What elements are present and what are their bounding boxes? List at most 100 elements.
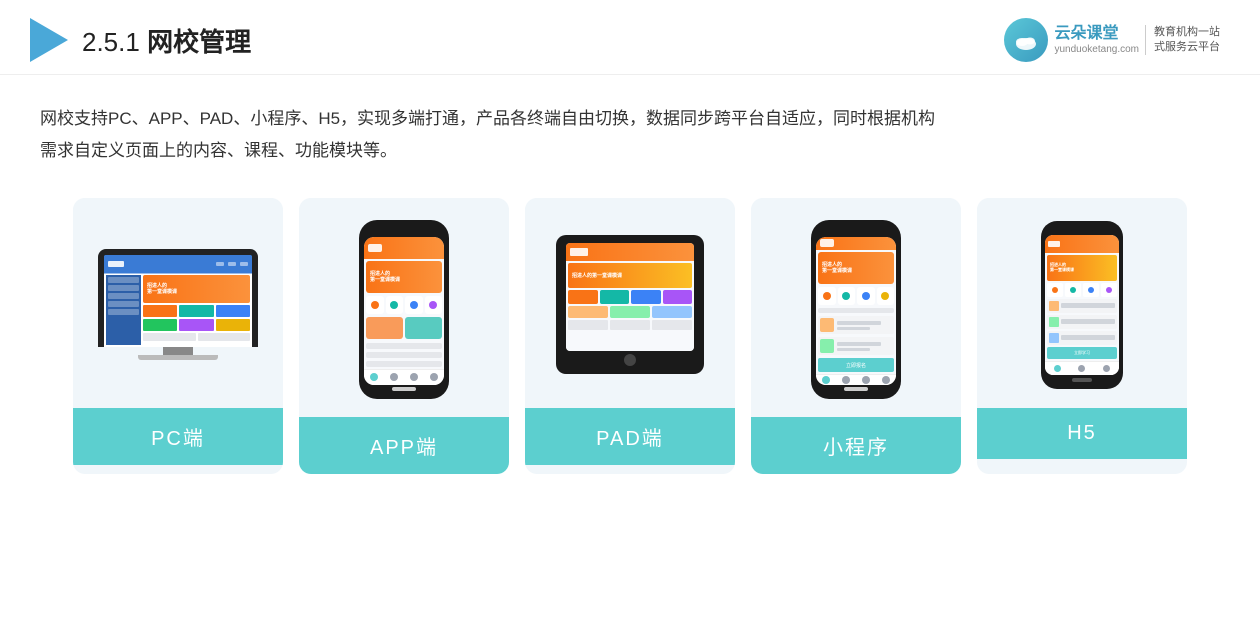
pad-bottom-1 (568, 306, 608, 318)
app-card-1 (366, 317, 403, 339)
brand-name: 云朵课堂 (1054, 24, 1118, 43)
header-right: 云朵课堂 yunduoketang.com 教育机构一站 式服务云平台 (1004, 18, 1220, 62)
h5-icon-3 (1083, 283, 1099, 297)
mini-label: 小程序 (751, 417, 961, 474)
logo-triangle-icon (30, 18, 68, 62)
platform-card-h5: 招进人的第一堂课模课 (977, 198, 1187, 474)
app-icon-2 (386, 296, 404, 314)
mini-home-bar (844, 387, 868, 391)
mini-tab-2 (842, 376, 850, 384)
h5-logo (1048, 241, 1060, 247)
h5-icons (1047, 283, 1117, 297)
pad-logo (570, 248, 588, 256)
h5-home-bar (1072, 378, 1092, 382)
pad-extra-row (568, 320, 692, 330)
h5-banner: 招进人的第一堂课模课 (1047, 255, 1117, 281)
grid-item-3 (216, 305, 250, 317)
mini-tab-4 (882, 376, 890, 384)
mini-screen-content: 招进人的第一堂课模课 (816, 237, 896, 385)
pc-screen-content: 招进人的第一堂课模课 (104, 255, 252, 347)
app-tab-bar (364, 369, 444, 385)
app-list (366, 343, 442, 367)
mini-icon-2 (838, 287, 856, 305)
brand-icon (1004, 18, 1048, 62)
h5-screen: 招进人的第一堂课模课 (1045, 235, 1119, 375)
platform-card-app: 招进人的第一堂课模课 (299, 198, 509, 474)
mini-icon-4 (877, 287, 895, 305)
h5-content: 招进人的第一堂课模课 (1045, 235, 1119, 375)
mini-logo (820, 239, 834, 247)
mini-screen: 招进人的第一堂课模课 (816, 237, 896, 385)
app-logo (368, 244, 382, 252)
mini-line-1 (818, 308, 894, 313)
pad-body: 招进人的第一堂课模课 (566, 261, 694, 351)
h5-banner-text: 招进人的第一堂课模课 (1050, 263, 1074, 273)
brand-tagline: 教育机构一站 式服务云平台 (1145, 25, 1220, 56)
mini-info (837, 321, 892, 330)
mini-banner: 招进人的第一堂课模课 (818, 252, 894, 284)
app-icon-1 (366, 296, 384, 314)
mini-top-bar (816, 237, 896, 251)
pc-nav-item3 (240, 262, 248, 266)
banner-text: 招进人的第一堂课模课 (147, 283, 177, 295)
pc-grid (143, 305, 250, 331)
mini-thumb (820, 318, 834, 332)
platform-card-miniprogram: 招进人的第一堂课模课 (751, 198, 961, 474)
mini-content: 立即报名 (818, 308, 894, 372)
tab-1 (370, 373, 378, 381)
h5-top-bar (1045, 235, 1119, 253)
mini-tab-3 (862, 376, 870, 384)
mini-image-area: 招进人的第一堂课模课 (751, 198, 961, 417)
pad-banner-text: 招进人的第一堂课模课 (572, 272, 622, 279)
grid-item-4 (143, 319, 177, 331)
tab-4 (430, 373, 438, 381)
app-notch (390, 228, 418, 234)
sidebar-item (108, 277, 139, 283)
sidebar-item (108, 301, 139, 307)
h5-thumb-1 (1049, 301, 1059, 311)
pad-home-button (624, 354, 636, 366)
app-screen-content: 招进人的第一堂课模课 (364, 237, 444, 385)
pc-sidebar (106, 275, 141, 345)
pc-header-bar (104, 255, 252, 273)
pc-content-area: 招进人的第一堂课模课 (104, 273, 252, 347)
pc-banner: 招进人的第一堂课模课 (143, 275, 250, 303)
pad-grid-2 (600, 290, 630, 304)
pc-mockup: 招进人的第一堂课模课 (98, 249, 258, 360)
h5-phone-outer: 招进人的第一堂课模课 (1041, 221, 1123, 389)
pc-label: PC端 (73, 408, 283, 465)
app-banner-text: 招进人的第一堂课模课 (370, 271, 400, 283)
sidebar-item (108, 293, 139, 299)
h5-list (1047, 299, 1117, 345)
pad-grid-1 (568, 290, 598, 304)
h5-btn: 立即学习 (1047, 347, 1117, 359)
h5-list-3 (1047, 331, 1117, 345)
app-icons-row (366, 295, 442, 315)
pc-image-area: 招进人的第一堂课模课 (73, 198, 283, 408)
app-phone-outer: 招进人的第一堂课模课 (359, 220, 449, 399)
app-home-bar (392, 387, 416, 391)
app-list-3 (366, 361, 442, 367)
pc-bottom-1 (143, 333, 196, 341)
pad-grid-4 (663, 290, 693, 304)
platform-card-pad: 招进人的第一堂课模课 (525, 198, 735, 474)
brand-logo: 云朵课堂 yunduoketang.com 教育机构一站 式服务云平台 (1004, 18, 1220, 62)
h5-tab-3 (1103, 365, 1110, 372)
h5-phone-mockup: 招进人的第一堂课模课 (1041, 221, 1123, 389)
mini-card2 (818, 337, 894, 355)
pc-base (138, 355, 218, 360)
app-label: APP端 (299, 417, 509, 474)
app-top-bar (364, 237, 444, 259)
h5-tab-bar (1045, 361, 1119, 375)
sidebar-item (108, 309, 139, 315)
app-cards-row (366, 317, 442, 339)
platform-card-pc: 招进人的第一堂课模课 (73, 198, 283, 474)
h5-tab-2 (1078, 365, 1085, 372)
h5-icon-4 (1101, 283, 1117, 297)
pc-bottom-row (143, 333, 250, 341)
grid-item-5 (179, 319, 213, 331)
page-wrapper: 2.5.1 网校管理 云朵课堂 yunduoketang.com (0, 0, 1260, 630)
mini-body: 招进人的第一堂课模课 (816, 250, 896, 374)
pc-bottom-2 (198, 333, 251, 341)
desc-line1: 网校支持PC、APP、PAD、小程序、H5，实现多端打通，产品各终端自由切换，数… (40, 109, 935, 128)
